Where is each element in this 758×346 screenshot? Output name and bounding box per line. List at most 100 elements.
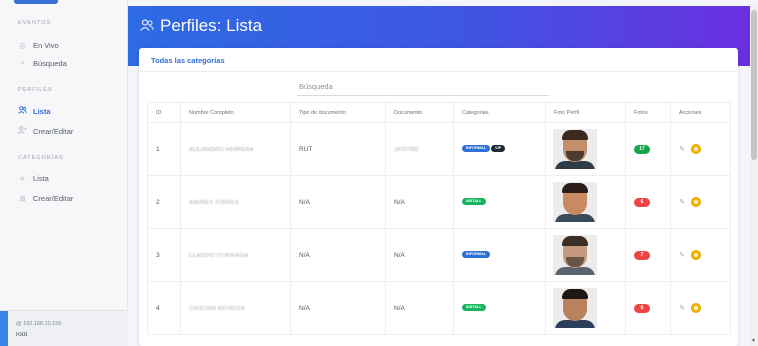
cell-doc-type: N/A bbox=[290, 228, 386, 282]
name-text: ALEJANDRO HERRERA bbox=[189, 146, 254, 153]
profile-photo[interactable] bbox=[553, 129, 597, 169]
edit-icon[interactable]: ✎ bbox=[679, 304, 685, 312]
edit-icon[interactable]: ✎ bbox=[679, 145, 685, 153]
cell-doc-type: N/A bbox=[290, 281, 386, 335]
profiles-card: Todas las categorias Búsqueda ID Nombre … bbox=[139, 48, 738, 346]
profile-photo[interactable] bbox=[553, 182, 597, 222]
cell-categories: INSTALL bbox=[453, 281, 546, 335]
cell-actions: ✎ bbox=[670, 228, 731, 282]
section-title-categorias: CATEGORÍAS bbox=[18, 155, 64, 161]
sidebar-item-lista[interactable]: Lista bbox=[18, 104, 51, 118]
cell-doc: N/A bbox=[385, 228, 454, 282]
cell-categories: INFORMAL VIP bbox=[453, 122, 546, 176]
category-badge[interactable]: INSTALL bbox=[462, 304, 486, 312]
column-header-photo: Foto Perfil bbox=[545, 102, 626, 123]
cell-doc-type: N/A bbox=[290, 175, 386, 229]
cell-actions: ✎ bbox=[670, 175, 731, 229]
cell-id: 4 bbox=[147, 281, 181, 335]
cell-id: 2 bbox=[147, 175, 181, 229]
sidebar-item-label: Crear/Editar bbox=[33, 193, 74, 203]
cell-actions: ✎ bbox=[670, 122, 731, 176]
cell-doc: 18797082 bbox=[385, 122, 454, 176]
sidebar-item-en-vivo[interactable]: ◎ En Vivo bbox=[18, 38, 59, 52]
cell-photos: 7 bbox=[625, 228, 671, 282]
section-title-perfiles: PERFILES bbox=[18, 87, 53, 93]
sidebar-item-label: Lista bbox=[33, 173, 49, 183]
cell-name: ANDRES TORRES bbox=[180, 175, 291, 229]
profile-photo[interactable] bbox=[553, 288, 597, 328]
cell-actions: ✎ bbox=[670, 281, 731, 335]
server-address: @ 192.168.10.159 bbox=[16, 321, 62, 327]
delete-icon[interactable] bbox=[690, 197, 701, 207]
delete-icon[interactable] bbox=[690, 250, 701, 260]
sidebar-item-crear-editar[interactable]: Crear/Editar bbox=[18, 124, 73, 138]
cell-photos: 17 bbox=[625, 122, 671, 176]
sidebar-item-label: Lista bbox=[33, 106, 51, 116]
add-box-icon: ⊞ bbox=[19, 193, 26, 203]
users-icon bbox=[18, 106, 27, 116]
cell-doc: N/A bbox=[385, 281, 454, 335]
photos-count-badge[interactable]: 6 bbox=[634, 303, 650, 313]
table-row[interactable]: 4 CRISTIAN ASTROZA N/A N/A INSTALL 6 ✎ bbox=[147, 281, 731, 335]
sidebar-item-categorias-lista[interactable]: ≡ Lista bbox=[18, 171, 49, 185]
list-icon: ≡ bbox=[20, 173, 25, 183]
column-header-name[interactable]: Nombre Completo bbox=[180, 102, 291, 123]
cell-name: CRISTIAN ASTROZA bbox=[180, 281, 291, 335]
table-header-row: ID Nombre Completo Tipo de documento Doc… bbox=[147, 102, 731, 123]
cell-id: 1 bbox=[147, 122, 181, 176]
table-row[interactable]: 1 ALEJANDRO HERRERA RUT 18797082 INFORMA… bbox=[147, 122, 731, 176]
photos-count-badge[interactable]: 6 bbox=[634, 197, 650, 207]
doc-text: 18797082 bbox=[394, 146, 419, 153]
search-input[interactable]: Búsqueda bbox=[297, 79, 549, 96]
cell-photos: 6 bbox=[625, 175, 671, 229]
cell-doc-type: RUT bbox=[290, 122, 386, 176]
page-scrollbar[interactable]: ▼ bbox=[750, 6, 758, 346]
sidebar-item-label: Búsqueda bbox=[33, 58, 67, 68]
name-text: ANDRES TORRES bbox=[189, 199, 239, 206]
sidebar-item-busqueda[interactable]: ⌕ Búsqueda bbox=[18, 56, 67, 70]
column-header-id[interactable]: ID bbox=[147, 102, 181, 123]
photos-count-badge[interactable]: 17 bbox=[634, 144, 650, 154]
photos-count-badge[interactable]: 7 bbox=[634, 250, 650, 260]
cell-photo bbox=[545, 281, 626, 335]
cell-photo bbox=[545, 228, 626, 282]
sidebar-item-categorias-crear-editar[interactable]: ⊞ Crear/Editar bbox=[18, 191, 73, 205]
users-icon bbox=[140, 18, 154, 34]
table-row[interactable]: 3 CLAUDIO ITURRIAGA N/A N/A INFORMAL 7 ✎ bbox=[147, 228, 731, 282]
search-icon: ⌕ bbox=[20, 58, 25, 67]
current-user: root bbox=[16, 331, 28, 338]
column-header-categories[interactable]: Categorias bbox=[453, 102, 546, 123]
column-header-photos[interactable]: Fotos bbox=[625, 102, 671, 123]
card-header: Todas las categorias bbox=[139, 48, 738, 72]
delete-icon[interactable] bbox=[690, 144, 701, 154]
delete-icon[interactable] bbox=[690, 303, 701, 313]
edit-icon[interactable]: ✎ bbox=[679, 198, 685, 206]
sidebar-item-label: Crear/Editar bbox=[33, 126, 74, 136]
scroll-down-icon[interactable]: ▼ bbox=[751, 338, 756, 344]
cell-photo bbox=[545, 122, 626, 176]
column-header-doc-type[interactable]: Tipo de documento bbox=[290, 102, 386, 123]
scrollbar-thumb[interactable] bbox=[751, 10, 757, 160]
category-badge[interactable]: INFORMAL bbox=[462, 145, 491, 153]
name-text: CRISTIAN ASTROZA bbox=[189, 305, 246, 312]
profile-photo[interactable] bbox=[553, 235, 597, 275]
all-categories-link[interactable]: Todas las categorias bbox=[151, 56, 225, 65]
edit-icon[interactable]: ✎ bbox=[679, 251, 685, 259]
page-title: Perfiles: Lista bbox=[160, 16, 263, 35]
user-plus-icon bbox=[18, 126, 27, 136]
footer-accent bbox=[0, 311, 8, 346]
cell-photos: 6 bbox=[625, 281, 671, 335]
cell-id: 3 bbox=[147, 228, 181, 282]
cell-photo bbox=[545, 175, 626, 229]
search-placeholder: Búsqueda bbox=[299, 82, 333, 91]
category-badge[interactable]: INSTALL bbox=[462, 198, 486, 206]
section-title-eventos: EVENTOS bbox=[18, 20, 52, 26]
category-badge[interactable]: INFORMAL bbox=[462, 251, 491, 259]
brand-logo[interactable] bbox=[14, 0, 58, 4]
profiles-table: ID Nombre Completo Tipo de documento Doc… bbox=[147, 102, 731, 335]
cell-categories: INSTALL bbox=[453, 175, 546, 229]
category-badge[interactable]: VIP bbox=[491, 145, 506, 153]
column-header-doc[interactable]: Documento bbox=[385, 102, 454, 123]
table-row[interactable]: 2 ANDRES TORRES N/A N/A INSTALL 6 ✎ bbox=[147, 175, 731, 229]
name-text: CLAUDIO ITURRIAGA bbox=[189, 252, 249, 259]
